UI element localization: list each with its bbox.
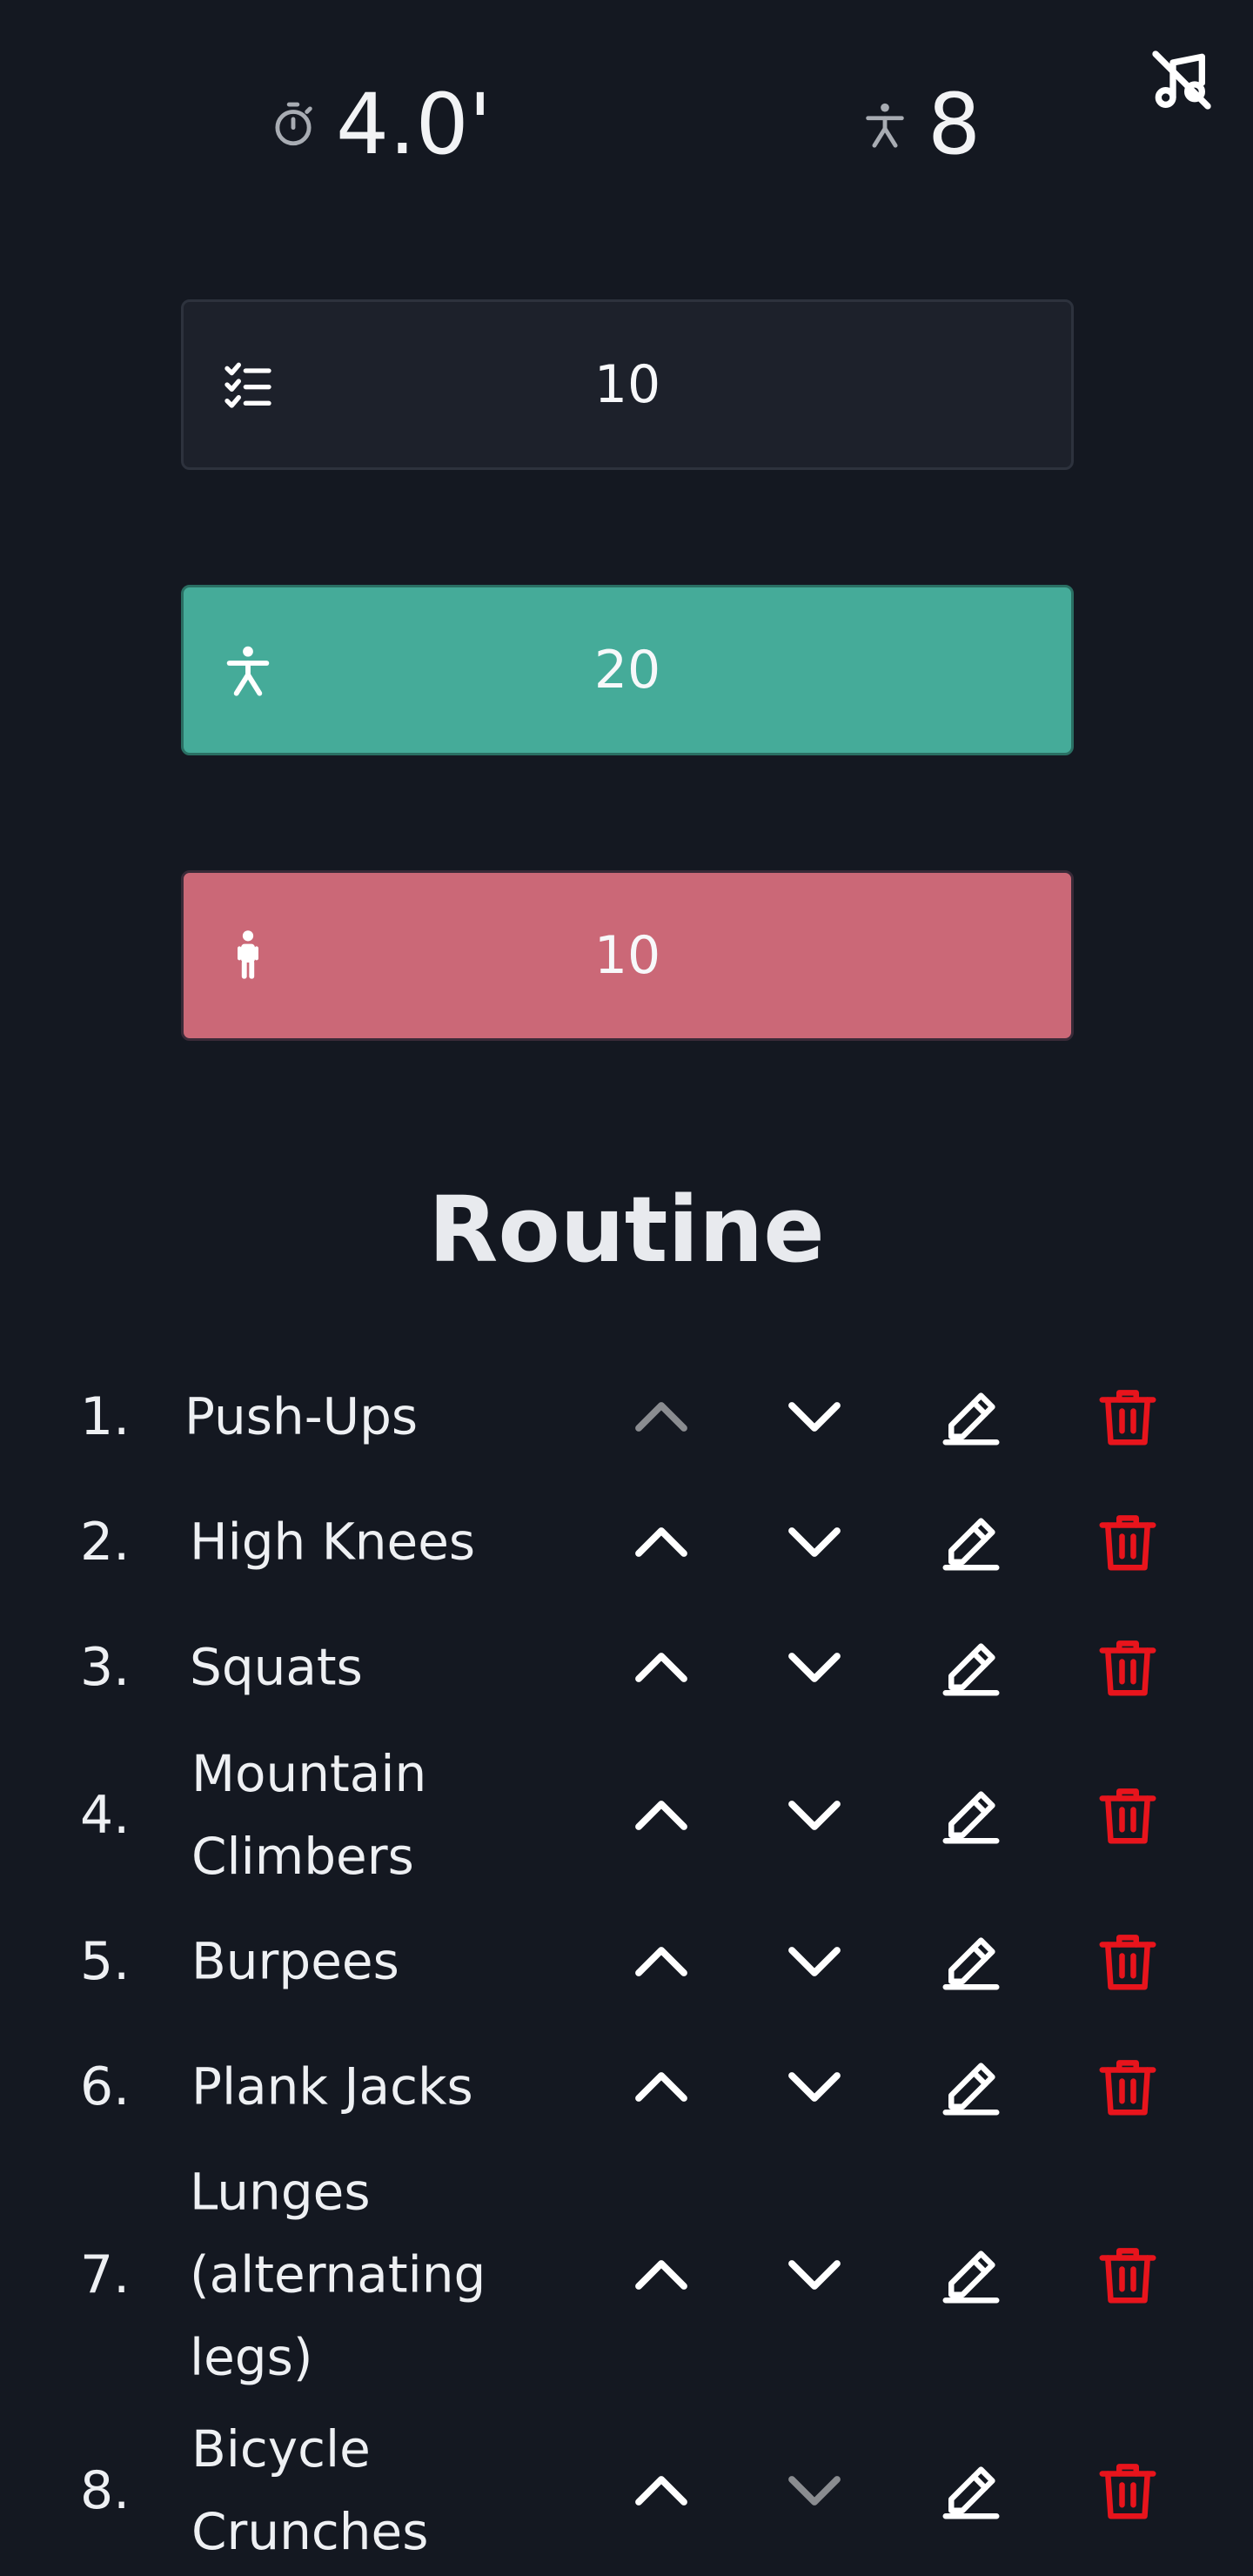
move-up-button[interactable]	[622, 2236, 700, 2314]
routine-item-name: Mountain Climbers	[191, 1744, 427, 1886]
chevron-up-icon	[635, 1801, 687, 1830]
pencil-icon	[942, 2063, 1000, 2116]
trash-icon	[1099, 1935, 1156, 1990]
trash-icon	[1099, 2464, 1156, 2519]
total-time-value: 4.0'	[336, 76, 492, 173]
delete-button[interactable]	[1089, 1503, 1167, 1581]
routine-item-name: Squats	[190, 1637, 363, 1697]
person-standing-icon	[238, 930, 258, 979]
routine-item-number: 5.	[80, 1931, 131, 1992]
edit-button[interactable]	[932, 1776, 1010, 1855]
mute-button[interactable]	[1143, 42, 1220, 118]
chevron-down-icon	[788, 2476, 841, 2506]
chevron-down-icon	[788, 2260, 841, 2290]
exercise-count-value: 10	[593, 354, 661, 415]
trash-icon	[1099, 1640, 1156, 1696]
trash-icon	[1099, 2248, 1156, 2304]
routine-item-number: 2.	[80, 1512, 131, 1573]
chevron-up-icon	[635, 2072, 687, 2102]
move-up-button[interactable]	[622, 1378, 700, 1456]
workout-app: 4.0' 8 10 20 10 Routine 1. Push-Ups 2. H…	[0, 0, 1253, 2576]
person-active-icon	[226, 646, 270, 696]
chevron-up-icon	[635, 2476, 687, 2506]
delete-button[interactable]	[1089, 1776, 1167, 1855]
edit-button[interactable]	[932, 2048, 1010, 2126]
routine-item-name: High Knees	[190, 1512, 476, 1572]
edit-button[interactable]	[932, 1503, 1010, 1581]
move-up-button[interactable]	[622, 1503, 700, 1581]
pencil-icon	[942, 1518, 1000, 1571]
pencil-icon	[942, 1791, 1000, 1844]
routine-item-number: 8.	[80, 2460, 131, 2521]
edit-button[interactable]	[932, 2236, 1010, 2314]
chevron-down-icon	[788, 2072, 841, 2102]
edit-button[interactable]	[932, 1628, 1010, 1707]
work-time-value: 20	[593, 640, 661, 701]
chevron-down-icon	[788, 1947, 841, 1976]
edit-button[interactable]	[932, 1922, 1010, 2001]
move-down-button[interactable]	[775, 1776, 854, 1855]
routine-item-number: 7.	[80, 2244, 131, 2305]
trash-icon	[1099, 2060, 1156, 2116]
chevron-down-icon	[788, 1653, 841, 1682]
move-down-button[interactable]	[775, 2236, 854, 2314]
move-up-button[interactable]	[622, 2452, 700, 2530]
work-time-bar[interactable]: 20	[181, 585, 1074, 755]
routine-item-name: Plank Jacks	[191, 2056, 473, 2116]
checklist-icon	[224, 362, 271, 408]
move-down-button[interactable]	[775, 1503, 854, 1581]
routine-item-name: Push-Ups	[184, 1386, 419, 1446]
delete-button[interactable]	[1089, 1628, 1167, 1707]
rest-time-value: 10	[593, 925, 661, 986]
chevron-up-icon	[635, 1653, 687, 1682]
pencil-icon	[942, 1392, 1000, 1446]
pencil-icon	[942, 2466, 1000, 2519]
move-up-button[interactable]	[622, 1776, 700, 1855]
trash-icon	[1099, 1788, 1156, 1844]
move-down-button[interactable]	[775, 2452, 854, 2530]
chevron-down-icon	[788, 1402, 841, 1432]
delete-button[interactable]	[1089, 2236, 1167, 2314]
move-down-button[interactable]	[775, 1922, 854, 2001]
routine-item-number: 6.	[80, 2056, 131, 2117]
move-down-button[interactable]	[775, 1628, 854, 1707]
sound-off-icon	[1152, 50, 1211, 110]
exercise-total-value: 8	[928, 76, 982, 173]
chevron-up-icon	[635, 1402, 687, 1432]
routine-item-number: 1.	[80, 1386, 131, 1447]
trash-icon	[1099, 1390, 1156, 1446]
move-up-button[interactable]	[622, 1628, 700, 1707]
pencil-icon	[942, 1937, 1000, 1990]
chevron-down-icon	[788, 1801, 841, 1830]
trash-icon	[1099, 1515, 1156, 1571]
delete-button[interactable]	[1089, 2452, 1167, 2530]
person-icon	[866, 103, 904, 148]
total-time-stat: 4.0'	[268, 68, 492, 181]
routine-title: Routine	[428, 1177, 825, 1283]
rest-time-bar[interactable]: 10	[181, 870, 1074, 1041]
edit-button[interactable]	[932, 1378, 1010, 1456]
chevron-up-icon	[635, 2260, 687, 2290]
routine-item-name: Bicycle Crunches	[191, 2419, 429, 2561]
routine-item-name: Burpees	[191, 1931, 399, 1991]
delete-button[interactable]	[1089, 1922, 1167, 2001]
move-down-button[interactable]	[775, 2048, 854, 2126]
exercise-total-stat: 8	[860, 68, 981, 181]
exercise-count-bar[interactable]: 10	[181, 299, 1074, 470]
pencil-icon	[942, 2251, 1000, 2304]
move-up-button[interactable]	[622, 2048, 700, 2126]
move-up-button[interactable]	[622, 1922, 700, 2001]
move-down-button[interactable]	[775, 1378, 854, 1456]
delete-button[interactable]	[1089, 2048, 1167, 2126]
routine-item-name: Lunges (alternating legs)	[190, 2162, 486, 2387]
chevron-up-icon	[635, 1527, 687, 1557]
pencil-icon	[942, 1643, 1000, 1696]
routine-item-number: 3.	[80, 1637, 131, 1698]
stopwatch-icon	[275, 102, 312, 146]
edit-button[interactable]	[932, 2452, 1010, 2530]
delete-button[interactable]	[1089, 1378, 1167, 1456]
chevron-down-icon	[788, 1527, 841, 1557]
routine-item-number: 4.	[80, 1785, 131, 1846]
chevron-up-icon	[635, 1947, 687, 1976]
